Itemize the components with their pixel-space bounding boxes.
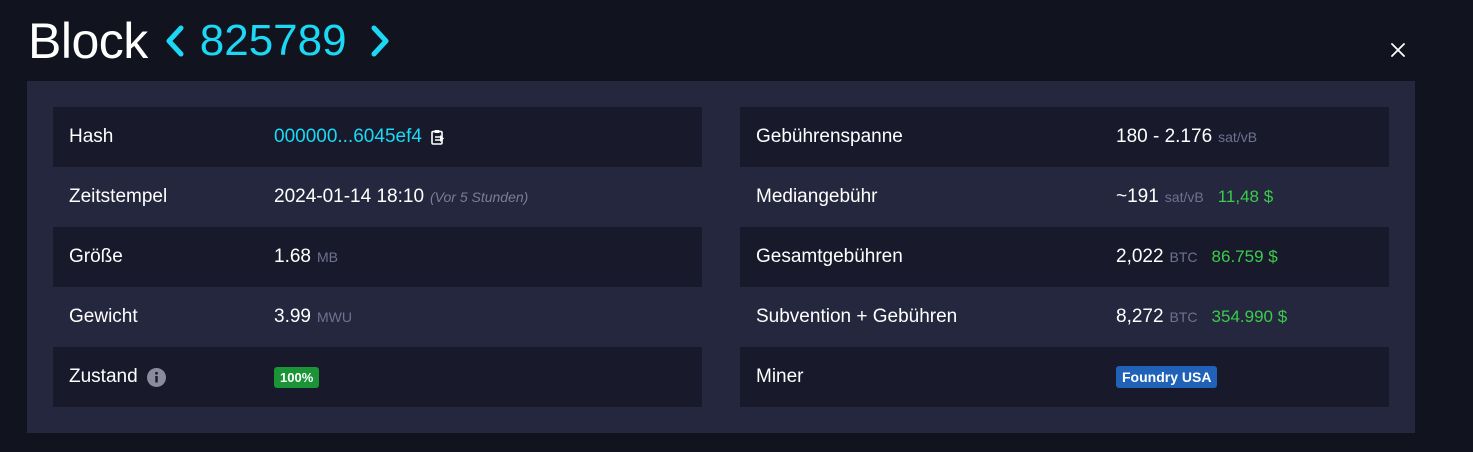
median-fee-value: ~191	[1116, 186, 1159, 207]
weight-value: 3.99	[274, 306, 311, 327]
median-fee-label: Mediangebühr	[756, 186, 878, 207]
subsidy-fees-value: 8,272	[1116, 306, 1164, 327]
subsidy-fees-unit: BTC	[1169, 309, 1198, 325]
health-label: Zustand	[69, 366, 138, 387]
size-row: Größe 1.68 MB	[53, 227, 702, 287]
miner-badge[interactable]: Foundry USA	[1116, 366, 1218, 388]
page-title: Block	[28, 13, 148, 69]
miner-row: Miner Foundry USA	[740, 347, 1389, 407]
weight-label: Gewicht	[69, 306, 138, 327]
subsidy-fees-usd: 354.990 $	[1211, 307, 1288, 326]
total-fees-unit: BTC	[1169, 249, 1198, 265]
median-fee-usd: 11,48 $	[1217, 187, 1274, 206]
block-details-panel: Hash 000000...6045ef4 Zeitstempel 2024-0…	[27, 81, 1415, 433]
info-icon[interactable]	[146, 367, 166, 387]
size-unit: MB	[316, 249, 338, 265]
block-number: 825789	[199, 16, 347, 65]
hash-label: Hash	[69, 126, 114, 147]
total-fees-label: Gesamtgebühren	[756, 246, 903, 267]
fee-span-row: Gebührenspanne 180 - 2.176 sat/vB	[740, 107, 1389, 167]
hash-link[interactable]: 000000...6045ef4	[274, 126, 422, 148]
total-fees-row: Gesamtgebühren 2,022 BTC 86.759 $	[740, 227, 1389, 287]
block-header: Block 825789	[28, 10, 395, 72]
fee-span-value: 180 - 2.176	[1116, 126, 1213, 147]
health-row: Zustand 100%	[53, 347, 702, 407]
weight-row: Gewicht 3.99 MWU	[53, 287, 702, 347]
health-label-wrap: Zustand	[53, 366, 274, 388]
subsidy-fees-label: Subvention + Gebühren	[756, 306, 958, 327]
timestamp-relative: (Vor 5 Stunden)	[430, 189, 529, 205]
chevron-right-icon	[371, 25, 389, 57]
fee-span-unit: sat/vB	[1218, 129, 1258, 145]
weight-unit: MWU	[316, 309, 352, 325]
chevron-left-icon	[166, 25, 184, 57]
total-fees-usd: 86.759 $	[1211, 247, 1278, 266]
health-badge: 100%	[274, 366, 320, 388]
timestamp-label: Zeitstempel	[69, 186, 168, 207]
subsidy-fees-row: Subvention + Gebühren 8,272 BTC 354.990 …	[740, 287, 1389, 347]
timestamp-row: Zeitstempel 2024-01-14 18:10 (Vor 5 Stun…	[53, 167, 702, 227]
block-details-left-table: Hash 000000...6045ef4 Zeitstempel 2024-0…	[53, 107, 702, 407]
miner-label: Miner	[756, 366, 804, 387]
previous-block-button[interactable]	[160, 16, 190, 66]
median-fee-unit: sat/vB	[1164, 189, 1204, 205]
total-fees-value: 2,022	[1116, 246, 1164, 267]
block-details-right-table: Gebührenspanne 180 - 2.176 sat/vB Median…	[740, 107, 1389, 407]
next-block-button[interactable]	[365, 16, 395, 66]
size-value: 1.68	[274, 246, 311, 267]
close-icon	[1391, 43, 1405, 57]
fee-span-label: Gebührenspanne	[756, 126, 903, 147]
size-label: Größe	[69, 246, 123, 267]
timestamp-value: 2024-01-14 18:10	[274, 186, 425, 207]
close-button[interactable]	[1386, 38, 1410, 62]
hash-row: Hash 000000...6045ef4	[53, 107, 702, 167]
clipboard-icon[interactable]	[431, 129, 445, 145]
median-fee-row: Mediangebühr ~191 sat/vB 11,48 $	[740, 167, 1389, 227]
